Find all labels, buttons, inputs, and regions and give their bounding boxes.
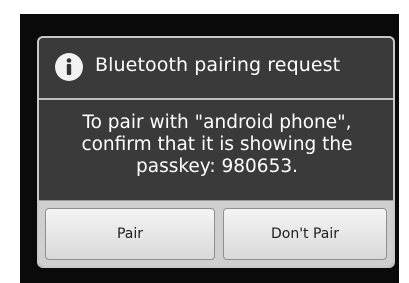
dialog-title-bar: Bluetooth pairing request [39, 38, 393, 98]
info-icon [55, 53, 83, 81]
pair-button[interactable]: Pair [45, 208, 215, 260]
dialog-message: To pair with "android phone", confirm th… [49, 112, 385, 178]
dialog-button-bar: Pair Don't Pair [39, 200, 393, 266]
message-line: To pair with "android phone", [82, 112, 352, 133]
message-line: confirm that it is showing the [81, 134, 353, 155]
phone-screen: Bluetooth pairing request To pair with "… [20, 14, 399, 283]
title-divider [39, 98, 393, 100]
dont-pair-button[interactable]: Don't Pair [223, 208, 387, 260]
dialog-title: Bluetooth pairing request [95, 54, 341, 76]
bluetooth-pairing-dialog: Bluetooth pairing request To pair with "… [37, 36, 395, 268]
message-line: passkey: 980653. [135, 156, 298, 177]
